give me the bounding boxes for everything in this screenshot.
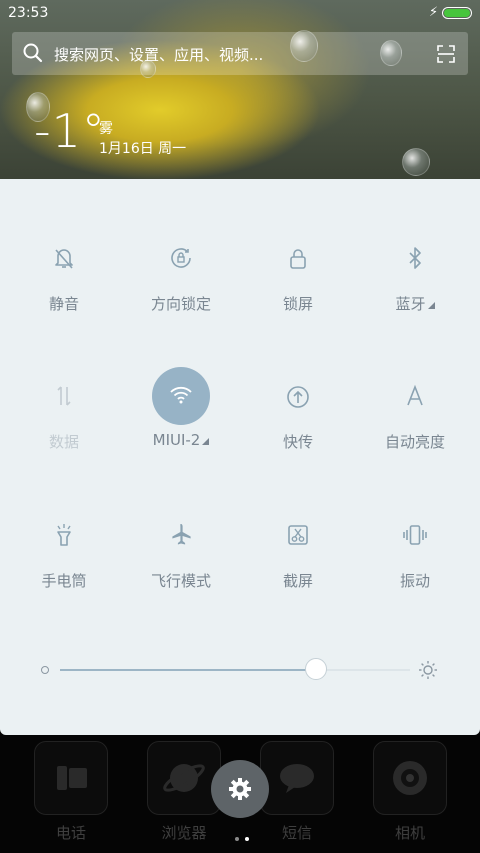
- expand-triangle-icon[interactable]: [427, 302, 435, 309]
- settings-button[interactable]: [211, 760, 269, 818]
- search-input[interactable]: 搜索网页、设置、应用、视频...: [54, 44, 263, 65]
- app-messages[interactable]: 短信: [260, 735, 334, 845]
- tile-label: 数据: [48, 433, 79, 451]
- page-dot: [235, 837, 239, 841]
- tile-rotation-lock[interactable]: 方向锁定: [121, 241, 241, 341]
- battery-icon: [442, 7, 472, 19]
- tile-label: 飞行模式: [150, 572, 211, 590]
- brightness-slider-fill: [60, 669, 316, 671]
- tile-label: 静音: [48, 295, 79, 313]
- tile-label: 蓝牙: [355, 293, 475, 314]
- mobile-data-icon: [47, 379, 81, 413]
- tile-label: 方向锁定: [150, 295, 211, 313]
- tile-mute[interactable]: 静音: [4, 241, 124, 341]
- tile-wifi[interactable]: MIUI-2: [121, 367, 241, 479]
- tile-mobile-data[interactable]: 数据: [4, 379, 124, 479]
- lock-icon: [281, 241, 315, 275]
- tile-lock-screen[interactable]: 锁屏: [238, 241, 358, 341]
- quick-settings-panel: 静音 方向锁定 锁屏 蓝牙 数据 MIUI-2 快传 自动亮度 手电筒 飞行模式…: [0, 179, 480, 735]
- tile-label: 快传: [282, 433, 313, 451]
- weather-temperature[interactable]: -1°: [34, 104, 106, 158]
- tile-label: MIUI-2: [121, 431, 241, 449]
- status-time: 23:53: [8, 5, 49, 21]
- search-bar[interactable]: 搜索网页、设置、应用、视频...: [12, 32, 468, 75]
- expand-triangle-icon[interactable]: [202, 438, 210, 445]
- auto-brightness-icon: [398, 379, 432, 413]
- app-phone[interactable]: 电话: [34, 735, 108, 845]
- screenshot-icon: [281, 518, 315, 552]
- camera-icon: [373, 741, 447, 815]
- search-icon: [23, 43, 43, 63]
- weather-condition: 雾: [99, 121, 113, 137]
- gear-icon: [229, 778, 251, 800]
- flashlight-icon: [47, 518, 81, 552]
- brightness-low-icon: [41, 666, 49, 674]
- tile-bluetooth[interactable]: 蓝牙: [355, 241, 475, 341]
- app-label: 相机: [394, 824, 425, 842]
- phone-icon: [34, 741, 108, 815]
- brightness-slider-thumb[interactable]: [304, 658, 327, 680]
- brightness-slider[interactable]: [60, 658, 410, 680]
- app-label: 短信: [281, 824, 312, 842]
- app-label: 电话: [55, 824, 86, 842]
- tile-flashlight[interactable]: 手电筒: [4, 518, 124, 618]
- tile-screenshot[interactable]: 截屏: [238, 518, 358, 618]
- browser-icon: [147, 741, 221, 815]
- tile-quick-share[interactable]: 快传: [238, 379, 358, 479]
- tile-label-text: 蓝牙: [395, 295, 426, 313]
- tile-label: 截屏: [282, 572, 313, 590]
- tile-auto-brightness[interactable]: 自动亮度: [355, 379, 475, 479]
- tile-label: 锁屏: [282, 295, 313, 313]
- share-upload-icon: [281, 379, 315, 413]
- rotation-lock-icon: [164, 241, 198, 275]
- tile-label: 自动亮度: [384, 433, 445, 451]
- brightness-high-icon: [419, 661, 437, 679]
- page-dot: [245, 837, 249, 841]
- wifi-icon: [164, 379, 198, 413]
- tile-vibrate[interactable]: 振动: [355, 518, 475, 618]
- tile-airplane-mode[interactable]: 飞行模式: [121, 518, 241, 618]
- scan-icon[interactable]: [435, 43, 457, 65]
- charging-icon: ⚡: [429, 5, 439, 20]
- app-camera[interactable]: 相机: [373, 735, 447, 845]
- page-indicator: [232, 826, 252, 845]
- tile-label: 手电筒: [41, 572, 87, 590]
- app-label: 浏览器: [161, 824, 207, 842]
- app-browser[interactable]: 浏览器: [147, 735, 221, 845]
- vibrate-icon: [398, 518, 432, 552]
- status-bar: 23:53 ⚡: [0, 0, 480, 28]
- weather-date: 1月16日 周一: [99, 141, 187, 157]
- messages-icon: [260, 741, 334, 815]
- raindrop: [402, 148, 430, 176]
- tile-label: 振动: [399, 572, 430, 590]
- bluetooth-icon: [398, 241, 432, 275]
- tile-label-text: MIUI-2: [152, 431, 201, 449]
- airplane-icon: [164, 518, 198, 552]
- bell-mute-icon: [47, 241, 81, 275]
